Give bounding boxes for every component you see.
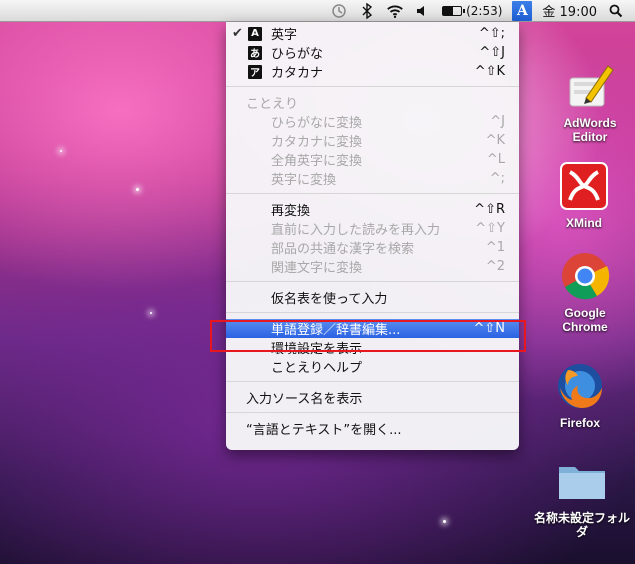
menu-item-label: 全角英字に変換: [271, 154, 363, 169]
desktop-icon-label: Firefox: [559, 416, 600, 430]
desktop-icon-xmind[interactable]: XMind: [534, 160, 634, 230]
menu-item-to-eiji: 英字に変換 ^;: [226, 169, 519, 188]
desktop-icon-untitled-folder[interactable]: 名称未設定フォル ダ: [532, 455, 632, 539]
bluetooth-icon[interactable]: [358, 2, 376, 20]
menu-item-shortcut: ^⇧K: [474, 64, 505, 79]
menu-item-mode-eiji[interactable]: ✔ A 英字 ^⇧;: [226, 24, 519, 43]
menu-item-to-fullwidth: 全角英字に変換 ^L: [226, 150, 519, 169]
battery-status[interactable]: (2:53): [442, 4, 502, 18]
battery-fill: [443, 6, 453, 15]
adwords-editor-icon: [564, 60, 616, 112]
desktop-icon-label: 名称未設定フォル ダ: [533, 511, 630, 539]
time-machine-icon[interactable]: [330, 2, 348, 20]
menu-item-to-hiragana: ひらがなに変換 ^J: [226, 112, 519, 131]
menu-item-label: 直前に入力した読みを再入力: [271, 223, 441, 238]
menu-item-shortcut: ^K: [485, 133, 505, 148]
menu-section-header-kotoeri: ことえり: [226, 93, 519, 112]
menu-item-help[interactable]: ことえりヘルプ: [226, 357, 519, 376]
highlight-annotation-box: [210, 320, 526, 352]
mode-badge-icon: ア: [248, 64, 262, 79]
desktop-icon-label: XMind: [566, 216, 602, 230]
wifi-icon[interactable]: [386, 2, 404, 20]
firefox-icon: [554, 360, 606, 412]
menu-item-label: 再変換: [271, 204, 311, 219]
menu-separator: [226, 412, 519, 413]
menu-item-label: ことえりヘルプ: [271, 361, 363, 376]
menu-item-reinput: 直前に入力した読みを再入力 ^⇧Y: [226, 219, 519, 238]
mode-badge-icon: あ: [248, 45, 262, 60]
menu-item-label: 関連文字に変換: [271, 261, 363, 276]
menu-item-label: 部品の共通な漢字を検索: [271, 242, 415, 257]
menu-item-label: 英字に変換: [271, 173, 337, 188]
menu-separator: [226, 86, 519, 87]
input-menu-icon[interactable]: A: [512, 0, 533, 21]
menu-item-related-chars: 関連文字に変換 ^2: [226, 257, 519, 276]
volume-icon[interactable]: [414, 2, 432, 20]
menu-item-to-katakana: カタカナに変換 ^K: [226, 131, 519, 150]
chrome-icon: [559, 250, 611, 302]
desktop-icon-adwords-editor[interactable]: AdWords Editor: [540, 60, 635, 144]
xmind-icon: [558, 160, 610, 212]
menu-item-mode-katakana[interactable]: ア カタカナ ^⇧K: [226, 62, 519, 81]
menu-bar: (2:53) A 金 19:00: [0, 0, 635, 22]
menu-item-show-source-name[interactable]: 入力ソース名を表示: [226, 388, 519, 407]
menu-item-shortcut: ^L: [486, 152, 505, 167]
battery-icon: [442, 5, 466, 16]
menu-item-shortcut: ^2: [485, 259, 505, 274]
menu-item-shortcut: ^⇧R: [474, 202, 505, 217]
menu-item-search-kanji: 部品の共通な漢字を検索 ^1: [226, 238, 519, 257]
star: [150, 312, 152, 314]
menu-item-label: 入力ソース名を表示: [246, 392, 363, 407]
menu-item-label: ひらがなに変換: [271, 116, 363, 131]
menu-clock[interactable]: 金 19:00: [542, 1, 597, 20]
spotlight-search-icon[interactable]: [607, 2, 625, 20]
menu-item-shortcut: ^;: [489, 171, 505, 186]
menu-item-shortcut: ^⇧J: [479, 45, 505, 60]
menu-item-label: カタカナ: [271, 66, 324, 81]
menu-item-shortcut: ^⇧Y: [475, 221, 505, 236]
desktop-icon-label: AdWords Editor: [563, 116, 617, 144]
mode-badge-icon: A: [248, 26, 262, 41]
menu-separator: [226, 312, 519, 313]
menu-item-open-language-text[interactable]: “言語とテキスト”を開く...: [226, 419, 519, 438]
menu-item-shortcut: ^⇧;: [478, 26, 505, 41]
menu-separator: [226, 281, 519, 282]
folder-icon: [556, 455, 608, 507]
menu-item-mode-hiragana[interactable]: あ ひらがな ^⇧J: [226, 43, 519, 62]
menu-separator: [226, 381, 519, 382]
checkmark-icon: ✔: [232, 26, 243, 41]
menu-item-label: カタカナに変換: [271, 135, 363, 150]
menu-item-shortcut: ^J: [490, 114, 505, 129]
menu-header-label: ことえり: [246, 97, 299, 112]
menu-item-reconvert[interactable]: 再変換 ^⇧R: [226, 200, 519, 219]
menu-item-label: ひらがな: [271, 47, 324, 62]
menu-item-label: 仮名表を使って入力: [271, 292, 388, 307]
star: [443, 520, 446, 523]
menu-item-kana-table[interactable]: 仮名表を使って入力: [226, 288, 519, 307]
star: [136, 188, 139, 191]
menu-item-label: “言語とテキスト”を開く...: [246, 423, 402, 438]
menu-item-shortcut: ^1: [485, 240, 505, 255]
desktop-icon-google-chrome[interactable]: Google Chrome: [535, 250, 635, 334]
desktop-icon-label: Google Chrome: [562, 306, 608, 334]
star: [60, 150, 62, 152]
menu-item-label: 英字: [271, 28, 298, 43]
menu-separator: [226, 193, 519, 194]
desktop-icon-firefox[interactable]: Firefox: [530, 360, 630, 430]
input-menu-dropdown: ✔ A 英字 ^⇧; あ ひらがな ^⇧J ア カタカナ ^⇧K ことえり ひら…: [226, 22, 519, 450]
battery-time: (2:53): [466, 3, 503, 18]
